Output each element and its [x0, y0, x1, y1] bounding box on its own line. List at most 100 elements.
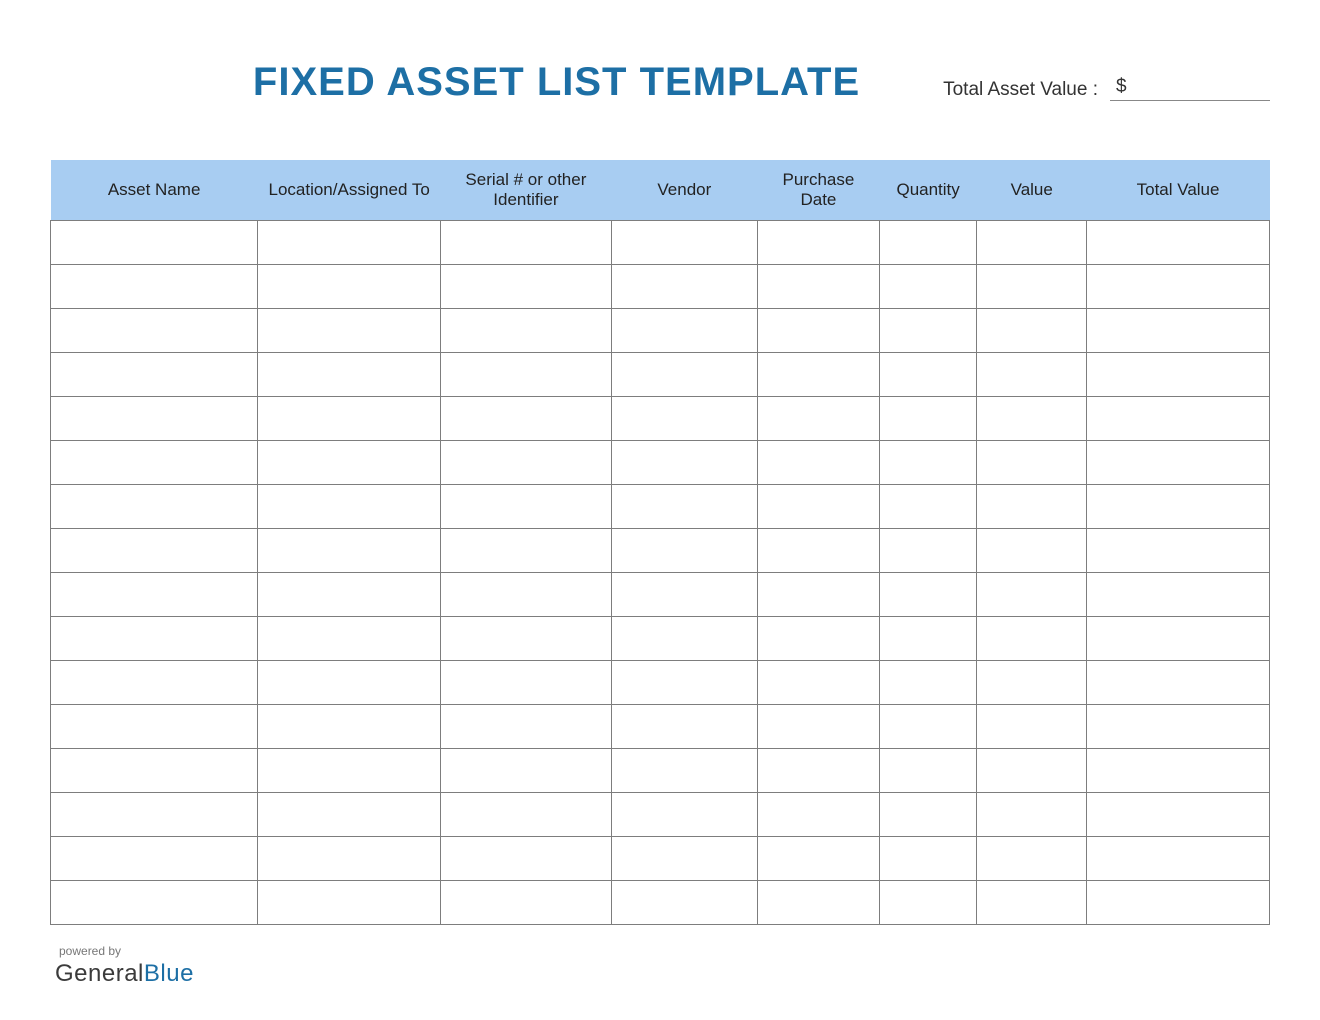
table-cell[interactable]	[977, 881, 1087, 925]
table-cell[interactable]	[1087, 837, 1270, 881]
table-cell[interactable]	[977, 353, 1087, 397]
table-cell[interactable]	[757, 705, 879, 749]
table-cell[interactable]	[1087, 881, 1270, 925]
table-cell[interactable]	[879, 265, 977, 309]
table-cell[interactable]	[258, 529, 441, 573]
table-cell[interactable]	[441, 881, 612, 925]
table-cell[interactable]	[1087, 617, 1270, 661]
table-cell[interactable]	[51, 221, 258, 265]
table-cell[interactable]	[977, 397, 1087, 441]
table-cell[interactable]	[258, 705, 441, 749]
table-cell[interactable]	[1087, 441, 1270, 485]
table-cell[interactable]	[1087, 485, 1270, 529]
table-cell[interactable]	[611, 353, 757, 397]
table-cell[interactable]	[51, 573, 258, 617]
table-cell[interactable]	[1087, 573, 1270, 617]
table-cell[interactable]	[879, 397, 977, 441]
table-cell[interactable]	[757, 485, 879, 529]
table-cell[interactable]	[611, 441, 757, 485]
table-cell[interactable]	[611, 661, 757, 705]
table-cell[interactable]	[51, 661, 258, 705]
table-cell[interactable]	[611, 485, 757, 529]
table-cell[interactable]	[611, 397, 757, 441]
table-cell[interactable]	[1087, 749, 1270, 793]
table-cell[interactable]	[441, 573, 612, 617]
table-cell[interactable]	[258, 353, 441, 397]
table-cell[interactable]	[441, 661, 612, 705]
table-cell[interactable]	[977, 749, 1087, 793]
table-cell[interactable]	[1087, 353, 1270, 397]
table-cell[interactable]	[258, 837, 441, 881]
table-cell[interactable]	[879, 441, 977, 485]
table-cell[interactable]	[757, 309, 879, 353]
table-cell[interactable]	[879, 837, 977, 881]
table-cell[interactable]	[977, 309, 1087, 353]
table-cell[interactable]	[879, 485, 977, 529]
table-cell[interactable]	[51, 397, 258, 441]
table-cell[interactable]	[757, 265, 879, 309]
table-cell[interactable]	[879, 309, 977, 353]
table-cell[interactable]	[977, 529, 1087, 573]
table-cell[interactable]	[757, 397, 879, 441]
table-cell[interactable]	[879, 353, 977, 397]
table-cell[interactable]	[1087, 793, 1270, 837]
table-cell[interactable]	[879, 749, 977, 793]
table-cell[interactable]	[611, 749, 757, 793]
table-cell[interactable]	[441, 397, 612, 441]
table-cell[interactable]	[1087, 529, 1270, 573]
table-cell[interactable]	[611, 309, 757, 353]
table-cell[interactable]	[879, 881, 977, 925]
table-cell[interactable]	[757, 529, 879, 573]
table-cell[interactable]	[258, 441, 441, 485]
table-cell[interactable]	[977, 617, 1087, 661]
table-cell[interactable]	[51, 837, 258, 881]
table-cell[interactable]	[441, 529, 612, 573]
table-cell[interactable]	[441, 705, 612, 749]
table-cell[interactable]	[258, 617, 441, 661]
table-cell[interactable]	[441, 441, 612, 485]
table-cell[interactable]	[977, 221, 1087, 265]
table-cell[interactable]	[611, 529, 757, 573]
table-cell[interactable]	[977, 573, 1087, 617]
table-cell[interactable]	[51, 309, 258, 353]
table-cell[interactable]	[879, 793, 977, 837]
total-asset-value-field[interactable]: $	[1110, 76, 1270, 101]
table-cell[interactable]	[51, 793, 258, 837]
table-cell[interactable]	[441, 837, 612, 881]
table-cell[interactable]	[757, 881, 879, 925]
table-cell[interactable]	[258, 749, 441, 793]
table-cell[interactable]	[757, 441, 879, 485]
table-cell[interactable]	[51, 441, 258, 485]
table-cell[interactable]	[51, 265, 258, 309]
table-cell[interactable]	[977, 705, 1087, 749]
table-cell[interactable]	[441, 793, 612, 837]
table-cell[interactable]	[258, 221, 441, 265]
table-cell[interactable]	[51, 881, 258, 925]
table-cell[interactable]	[977, 485, 1087, 529]
table-cell[interactable]	[611, 881, 757, 925]
table-cell[interactable]	[1087, 397, 1270, 441]
table-cell[interactable]	[51, 705, 258, 749]
table-cell[interactable]	[977, 661, 1087, 705]
table-cell[interactable]	[441, 265, 612, 309]
table-cell[interactable]	[879, 573, 977, 617]
table-cell[interactable]	[757, 353, 879, 397]
table-cell[interactable]	[441, 353, 612, 397]
table-cell[interactable]	[258, 573, 441, 617]
table-cell[interactable]	[51, 485, 258, 529]
table-cell[interactable]	[51, 529, 258, 573]
table-cell[interactable]	[977, 441, 1087, 485]
table-cell[interactable]	[611, 837, 757, 881]
table-cell[interactable]	[1087, 265, 1270, 309]
table-cell[interactable]	[1087, 309, 1270, 353]
table-cell[interactable]	[977, 793, 1087, 837]
table-cell[interactable]	[258, 881, 441, 925]
table-cell[interactable]	[258, 793, 441, 837]
table-cell[interactable]	[611, 617, 757, 661]
table-cell[interactable]	[441, 309, 612, 353]
table-cell[interactable]	[757, 837, 879, 881]
table-cell[interactable]	[258, 485, 441, 529]
table-cell[interactable]	[1087, 221, 1270, 265]
table-cell[interactable]	[258, 661, 441, 705]
table-cell[interactable]	[879, 661, 977, 705]
